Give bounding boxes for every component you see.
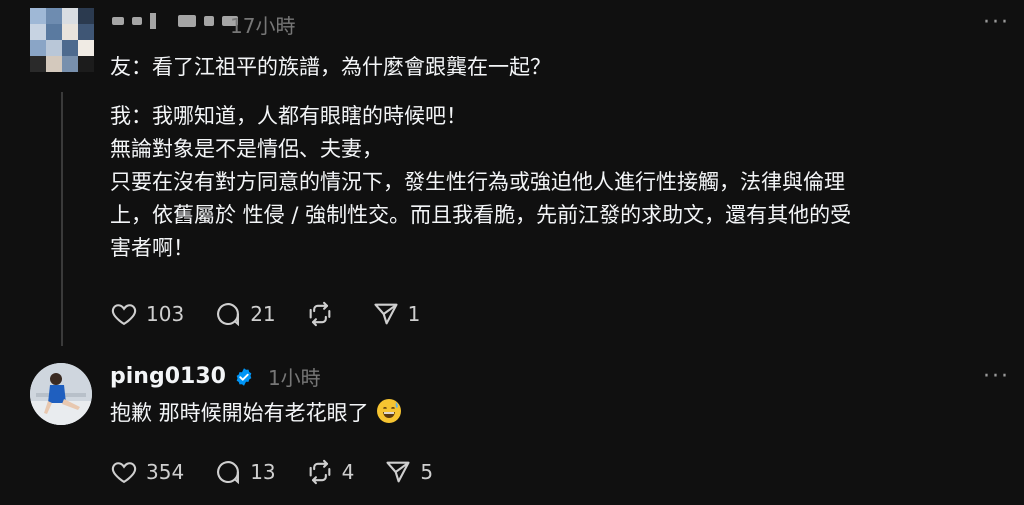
send-icon: [374, 303, 398, 325]
like-button[interactable]: 354: [110, 458, 184, 486]
comment-button[interactable]: 21: [214, 300, 276, 328]
post-header: ping0130 1小時: [110, 362, 321, 391]
share-count: 5: [420, 460, 434, 484]
more-icon[interactable]: ···: [983, 12, 1010, 34]
verified-badge-icon: [236, 367, 252, 386]
quote-bar: [61, 92, 63, 346]
quoted-line: 害者啊！: [110, 236, 194, 260]
avatar-pixel: [62, 24, 78, 40]
more-icon[interactable]: ···: [983, 366, 1010, 388]
like-count: 354: [146, 460, 185, 484]
repost-button[interactable]: [306, 300, 342, 328]
avatar-blurred[interactable]: [30, 8, 94, 72]
share-count: 1: [407, 302, 421, 326]
avatar-pixel: [62, 8, 78, 24]
avatar-pixel: [30, 56, 46, 72]
post-text: 友：看了江祖平的族譜，為什麼會跟龔在一起？: [110, 55, 551, 79]
quoted-line: 無論對象是不是情侶、夫妻，: [110, 137, 383, 161]
like-count: 103: [146, 302, 185, 326]
comment-icon: [217, 461, 240, 485]
avatar-pixel: [78, 24, 94, 40]
reply-actions: 354 13 4 5: [110, 458, 463, 486]
avatar[interactable]: [30, 363, 92, 425]
quoted-line: 只要在沒有對方同意的情況下，發生性行為或強迫他人進行性接觸，法律與倫理: [110, 170, 845, 194]
quoted-text: 我：我哪知道，人都有眼瞎的時候吧！ 無論對象是不是情侶、夫妻， 只要在沒有對方同…: [110, 100, 1010, 265]
avatar-pixel: [78, 40, 94, 56]
comment-button[interactable]: 13: [214, 458, 276, 486]
quoted-line: 我：我哪知道，人都有眼瞎的時候吧！: [110, 104, 467, 128]
like-button[interactable]: 103: [110, 300, 184, 328]
avatar-pixel: [62, 56, 78, 72]
username[interactable]: ping0130: [110, 364, 226, 389]
avatar-pixel: [46, 56, 62, 72]
avatar-pixel: [30, 8, 46, 24]
share-button[interactable]: 5: [384, 458, 433, 486]
grinning-sweat-emoji: [377, 399, 402, 423]
repost-icon: [309, 459, 331, 485]
avatar-pixel: [62, 40, 78, 56]
send-icon: [386, 461, 410, 483]
avatar-pixel: [30, 24, 46, 40]
reply-text: 抱歉 那時候開始有老花眼了: [110, 397, 402, 430]
repost-icon: [309, 301, 331, 327]
avatar-pixel: [46, 24, 62, 40]
post-timestamp: 17小時: [230, 14, 296, 38]
post-timestamp: 1小時: [267, 366, 321, 390]
share-button[interactable]: 1: [372, 300, 421, 328]
comment-count: 21: [250, 302, 276, 326]
avatar-pixel: [78, 8, 94, 24]
comment-count: 13: [250, 460, 276, 484]
comment-icon: [217, 303, 240, 327]
repost-count: 4: [341, 460, 355, 484]
avatar-image: [30, 363, 92, 425]
avatar-pixel: [46, 8, 62, 24]
heart-icon: [111, 462, 137, 484]
avatar-pixel: [46, 40, 62, 56]
quoted-line: 上，依舊屬於 性侵 / 強制性交。而且我看脆，先前江發的求助文，還有其他的受: [110, 203, 852, 227]
avatar-pixel: [30, 40, 46, 56]
post-actions: 103 21 1: [110, 300, 450, 328]
heart-icon: [111, 304, 137, 326]
username-blurred[interactable]: [112, 8, 238, 34]
avatar-pixel: [78, 56, 94, 72]
repost-button[interactable]: 4: [306, 458, 355, 486]
reply-text-body: 抱歉 那時候開始有老花眼了: [110, 401, 369, 425]
